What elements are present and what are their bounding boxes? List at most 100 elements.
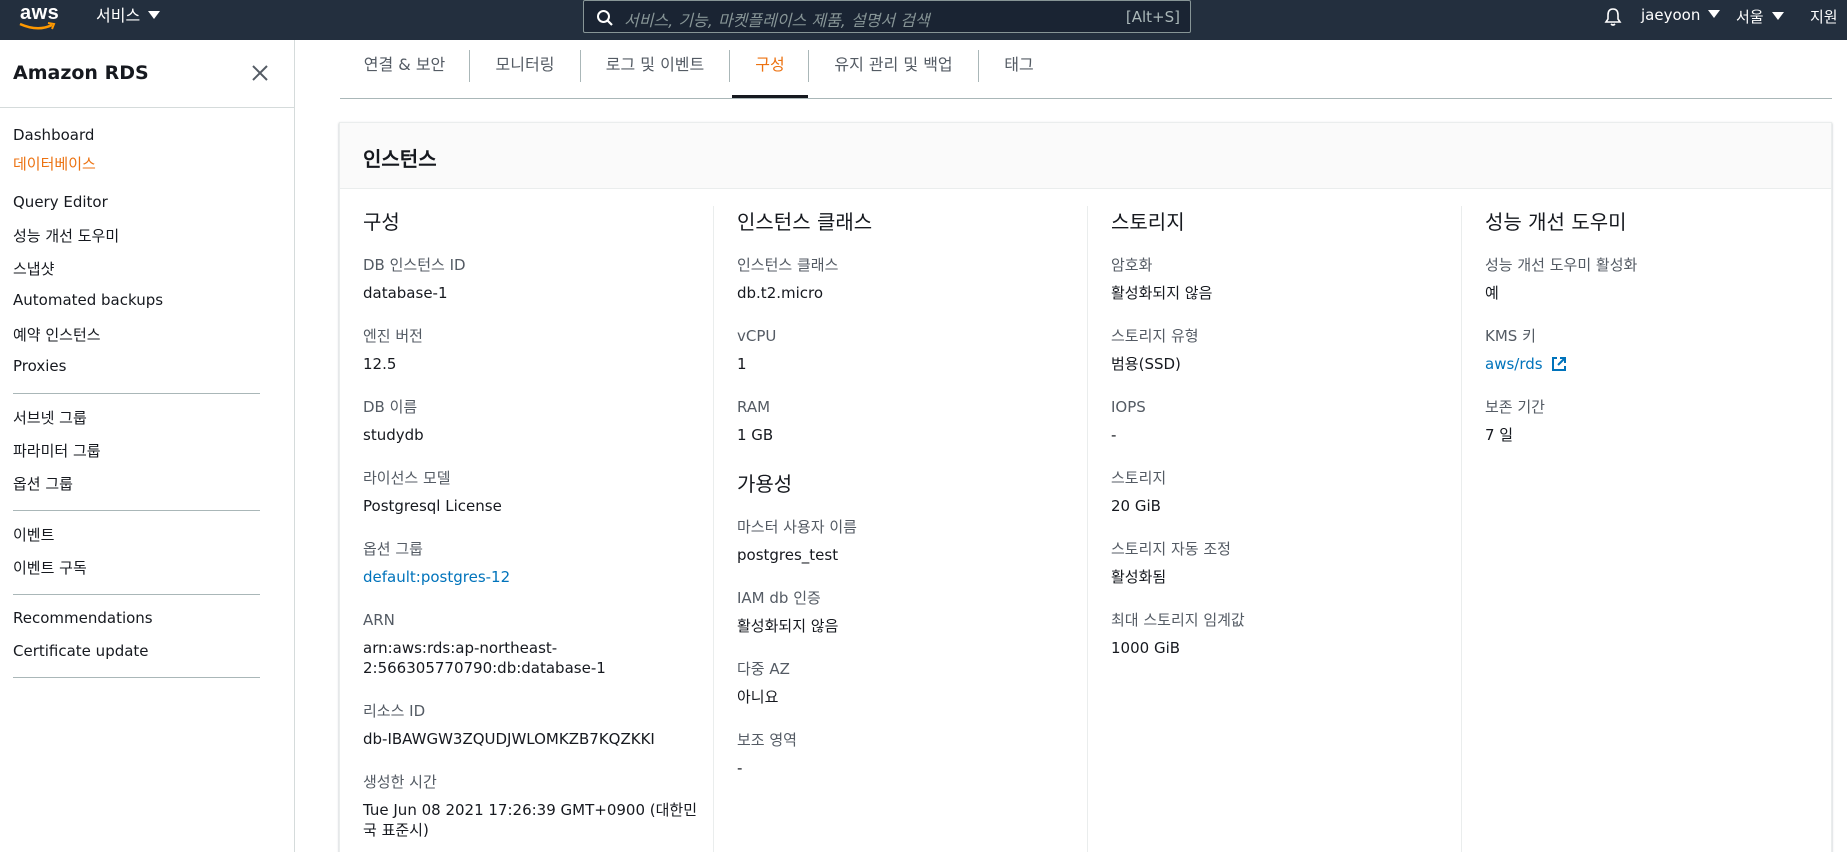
tab-separator — [729, 50, 730, 82]
field-value: 아니요 — [737, 688, 779, 706]
services-menu-button[interactable]: 서비스 — [96, 0, 161, 32]
configuration-heading: 구성 — [363, 210, 400, 234]
kms-key-link[interactable]: aws/rds — [1485, 354, 1805, 374]
retention-period-field: 보존 기간 7 일 — [1485, 397, 1805, 445]
arn-line-1: arn:aws:rds:ap-northeast- — [363, 639, 558, 657]
sidebar-title: Amazon RDS — [13, 62, 149, 84]
field-value: 7 일 — [1485, 426, 1514, 444]
multi-az-field: 다중 AZ 아니요 — [737, 659, 1077, 707]
iam-auth-field: IAM db 인증 활성화되지 않음 — [737, 588, 1077, 636]
field-label: 다중 AZ — [737, 660, 790, 678]
field-value: 1000 GiB — [1111, 639, 1181, 657]
field-label: IOPS — [1111, 398, 1146, 416]
resource-id-field: 리소스 ID db-IBAWGW3ZQUDJWLOMKZB7KQZKKI — [363, 701, 703, 749]
column-divider — [1461, 206, 1462, 852]
field-value: 12.5 — [363, 355, 397, 373]
region-label: 서울 — [1736, 8, 1764, 26]
search-input[interactable]: 서비스, 기능, 마켓플레이스 제품, 설명서 검색 [Alt+S] — [583, 0, 1191, 33]
search-shortcut: [Alt+S] — [1125, 8, 1180, 26]
performance-insights-column: 성능 개선 도우미 성능 개선 도우미 활성화 예 KMS 키 aws/rds … — [1485, 206, 1805, 468]
top-navigation-bar: aws 서비스 서비스, 기능, 마켓플레이스 제품, 설명서 검색 [Alt+… — [0, 0, 1847, 40]
tab-tags[interactable]: 태그 — [979, 40, 1059, 98]
tab-logs-events[interactable]: 로그 및 이벤트 — [581, 40, 729, 98]
sidebar-item-performance-insights[interactable]: 성능 개선 도우미 — [13, 225, 119, 246]
support-menu[interactable]: 지원 — [1810, 6, 1838, 27]
field-label: DB 이름 — [363, 398, 418, 416]
secondary-zone-field: 보조 영역 - — [737, 730, 1077, 778]
field-value: - — [1111, 426, 1117, 444]
field-value: db.t2.micro — [737, 284, 824, 302]
storage-type-field: 스토리지 유형 범용(SSD) — [1111, 326, 1451, 374]
caret-down-icon — [1771, 12, 1784, 20]
services-label: 서비스 — [96, 6, 141, 25]
panel-header: 인스턴스 — [340, 123, 1831, 189]
instance-panel: 인스턴스 구성 DB 인스턴스 ID database-1 엔진 버전 12.5… — [339, 122, 1832, 852]
user-menu[interactable]: jaeyoon — [1641, 6, 1721, 24]
field-label: ARN — [363, 611, 395, 629]
option-group-field: 옵션 그룹 default:postgres-12 — [363, 539, 703, 587]
bell-icon[interactable] — [1602, 6, 1624, 28]
sidebar-item-proxies[interactable]: Proxies — [13, 357, 66, 375]
tab-monitoring[interactable]: 모니터링 — [470, 40, 580, 98]
field-label: KMS 키 — [1485, 327, 1536, 345]
sidebar-item-parameter-groups[interactable]: 파라미터 그룹 — [13, 440, 101, 461]
sidebar-item-dashboard[interactable]: Dashboard — [13, 126, 94, 144]
sidebar-item-databases[interactable]: 데이터베이스 — [13, 153, 96, 174]
search-placeholder: 서비스, 기능, 마켓플레이스 제품, 설명서 검색 — [624, 11, 930, 30]
tab-configuration[interactable]: 구성 — [732, 40, 808, 98]
tab-maintenance-backup[interactable]: 유지 관리 및 백업 — [809, 40, 978, 98]
master-username-field: 마스터 사용자 이름 postgres_test — [737, 517, 1077, 565]
sidebar-item-automated-backups[interactable]: Automated backups — [13, 291, 163, 309]
field-value: db-IBAWGW3ZQUDJWLOMKZB7KQZKKI — [363, 730, 655, 748]
field-label: 암호화 — [1111, 256, 1153, 274]
sidebar-item-events[interactable]: 이벤트 — [13, 524, 54, 545]
sidebar-item-certificate-update[interactable]: Certificate update — [13, 642, 149, 660]
option-group-link[interactable]: default:postgres-12 — [363, 567, 703, 587]
aws-logo[interactable]: aws — [18, 2, 60, 36]
sidebar-item-event-subscriptions[interactable]: 이벤트 구독 — [13, 557, 87, 578]
field-value: arn:aws:rds:ap-northeast- 2:566305770790… — [363, 638, 703, 678]
external-link-icon — [1552, 357, 1567, 371]
field-value: database-1 — [363, 284, 448, 302]
sidebar: Amazon RDS Dashboard 데이터베이스 Query Editor… — [0, 40, 295, 852]
performance-insights-heading: 성능 개선 도우미 — [1485, 210, 1627, 234]
sidebar-header: Amazon RDS — [0, 40, 294, 108]
tab-connectivity-security[interactable]: 연결 & 보안 — [340, 40, 469, 98]
username: jaeyoon — [1641, 6, 1701, 24]
caret-down-icon — [148, 11, 161, 19]
sidebar-divider — [13, 677, 260, 678]
instance-class-field: 인스턴스 클래스 db.t2.micro — [737, 255, 1077, 303]
sidebar-item-option-groups[interactable]: 옵션 그룹 — [13, 473, 73, 494]
sidebar-item-snapshots[interactable]: 스냅샷 — [13, 258, 54, 279]
iops-field: IOPS - — [1111, 397, 1451, 445]
storage-size-field: 스토리지 20 GiB — [1111, 468, 1451, 516]
sidebar-item-recommendations[interactable]: Recommendations — [13, 609, 153, 627]
license-model-field: 라이선스 모델 Postgresql License — [363, 468, 703, 516]
field-value: - — [737, 759, 743, 777]
availability-heading: 가용성 — [737, 472, 793, 496]
field-value: 활성화되지 않음 — [1111, 284, 1213, 302]
kms-key-link-text: aws/rds — [1485, 355, 1543, 373]
field-label: 리소스 ID — [363, 702, 426, 720]
field-label: 생성한 시간 — [363, 773, 437, 791]
sidebar-divider — [13, 393, 260, 394]
field-label: 라이선스 모델 — [363, 469, 451, 487]
sidebar-divider — [13, 510, 260, 511]
sidebar-item-reserved-instances[interactable]: 예약 인스턴스 — [13, 324, 101, 345]
caret-down-icon — [1708, 10, 1721, 18]
region-selector[interactable]: 서울 — [1736, 6, 1784, 27]
detail-tabs: 연결 & 보안 모니터링 로그 및 이벤트 구성 유지 관리 및 백업 태그 — [340, 40, 1832, 99]
close-icon[interactable] — [250, 63, 270, 83]
field-label: 보조 영역 — [737, 731, 797, 749]
configuration-column: 구성 DB 인스턴스 ID database-1 엔진 버전 12.5 DB 이… — [363, 206, 703, 852]
field-label: RAM — [737, 398, 771, 416]
field-label: 스토리지 자동 조정 — [1111, 540, 1231, 558]
field-value: 20 GiB — [1111, 497, 1161, 515]
field-label: vCPU — [737, 327, 777, 345]
instance-class-heading: 인스턴스 클래스 — [737, 210, 873, 234]
db-name-field: DB 이름 studydb — [363, 397, 703, 445]
sidebar-item-subnet-groups[interactable]: 서브넷 그룹 — [13, 407, 87, 428]
sidebar-item-query-editor[interactable]: Query Editor — [13, 193, 108, 211]
field-value: Tue Jun 08 2021 17:26:39 GMT+0900 (대한민 국… — [363, 800, 703, 840]
column-divider — [713, 206, 714, 852]
